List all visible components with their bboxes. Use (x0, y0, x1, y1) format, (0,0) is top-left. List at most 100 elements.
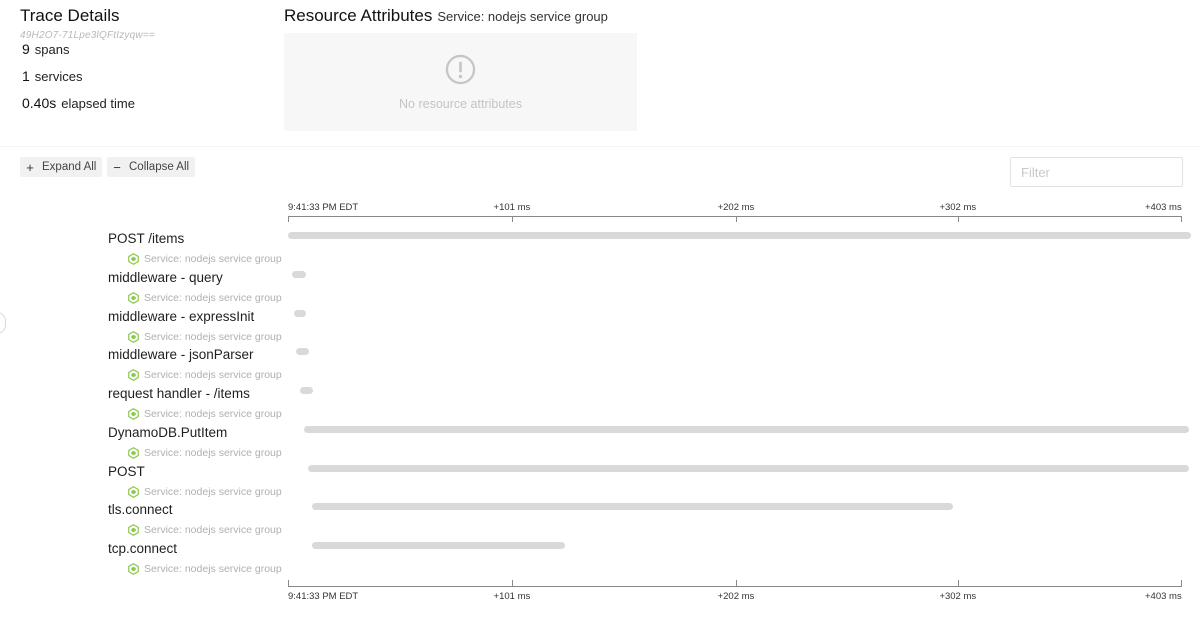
axis-tick (512, 216, 514, 222)
no-resource-attributes-text: No resource attributes (399, 97, 522, 111)
span-service-label: Service: nodejs service group (144, 253, 282, 265)
span-duration-bar[interactable] (288, 232, 1191, 239)
stat-spans: 9 spans (22, 41, 270, 68)
nodejs-icon (128, 524, 139, 537)
span-service: Service: nodejs service group (128, 447, 282, 459)
span-row[interactable]: tls.connect Service: nodejs service grou… (0, 499, 1200, 538)
axis-tick (288, 580, 289, 586)
span-duration-bar[interactable] (312, 503, 954, 511)
axis-tick-label: 9:41:33 PM EDT (288, 591, 359, 602)
span-duration-bar[interactable] (312, 542, 566, 549)
span-service: Service: nodejs service group (128, 486, 282, 498)
span-service: Service: nodejs service group (128, 524, 282, 536)
span-service-label: Service: nodejs service group (144, 563, 282, 575)
resource-attributes-empty-state: No resource attributes (284, 33, 637, 131)
span-duration-bar[interactable] (293, 309, 306, 317)
trace-details-title: Trace Details (20, 6, 120, 25)
nodejs-icon (128, 330, 139, 343)
collapse-all-label: Collapse All (129, 161, 190, 173)
stat-services-label: services (34, 69, 83, 84)
plus-icon: + (26, 159, 34, 175)
stat-elapsed: 0.40s elapsed time (22, 95, 270, 122)
span-service-label: Service: nodejs service group (144, 369, 282, 382)
axis-tick (736, 580, 738, 586)
stat-spans-value: 9 (22, 41, 30, 57)
timeline-axis-top: 9:41:33 PM EDT +101 ms +202 ms +302 ms +403 … (288, 201, 1182, 222)
span-name[interactable]: middleware - query (108, 270, 223, 285)
axis-tick-label: +302 ms (939, 591, 977, 602)
span-service-label: Service: nodejs service group (144, 485, 282, 498)
span-name[interactable]: tcp.connect (108, 541, 177, 556)
expand-all-label: Expand All (42, 161, 97, 173)
axis-tick (1181, 580, 1182, 586)
span-row[interactable]: tcp.connect Service: nodejs service grou… (0, 538, 1200, 577)
axis-line (288, 216, 1182, 217)
axis-tick-label: +202 ms (717, 591, 755, 602)
span-service-label: Service: nodejs service group (144, 291, 282, 304)
axis-tick-label: +403 ms (1145, 202, 1182, 213)
axis-tick (957, 580, 959, 586)
span-row[interactable]: POST Service: nodejs service group (0, 461, 1200, 500)
span-list: POST /items Service: nodejs service grou… (0, 228, 1200, 577)
span-service-label: Service: nodejs service group (144, 524, 282, 537)
span-service: Service: nodejs service group (128, 253, 282, 265)
nodejs-icon (128, 563, 139, 575)
span-service-label: Service: nodejs service group (144, 446, 282, 459)
axis-tick-label: +302 ms (939, 202, 977, 213)
span-duration-bar[interactable] (292, 270, 306, 278)
expand-all-button[interactable]: + Expand All (20, 157, 103, 177)
axis-tick (957, 216, 959, 222)
trace-summary: Trace Details 49H2O7-71Lpe3lQFtIzyqw== 9… (20, 6, 270, 122)
resource-attributes-title: Resource Attributes (284, 6, 433, 25)
span-name[interactable]: request handler - /items (108, 386, 250, 401)
span-name[interactable]: middleware - jsonParser (108, 347, 254, 362)
resource-attributes-panel: Resource Attributes Service: nodejs serv… (284, 6, 637, 131)
span-service-label: Service: nodejs service group (144, 408, 282, 420)
collapse-all-button[interactable]: − Collapse All (107, 157, 196, 177)
exclamation-circle-icon (445, 54, 476, 85)
axis-tick-label: +101 ms (493, 202, 531, 213)
span-name[interactable]: tls.connect (108, 502, 173, 517)
nodejs-icon (128, 485, 139, 498)
span-service: Service: nodejs service group (128, 331, 282, 343)
span-row[interactable]: request handler - /items Service: nodejs… (0, 383, 1200, 422)
axis-line (288, 586, 1182, 587)
span-duration-bar[interactable] (307, 464, 1189, 472)
stat-spans-label: spans (34, 42, 70, 57)
span-name[interactable]: middleware - expressInit (108, 309, 254, 324)
span-row[interactable]: DynamoDB.PutItem Service: nodejs service… (0, 422, 1200, 461)
span-service: Service: nodejs service group (128, 369, 282, 381)
resource-service-name: Service: nodejs service group (437, 9, 608, 24)
span-duration-bar[interactable] (295, 348, 310, 356)
resource-attributes-header: Resource Attributes Service: nodejs serv… (284, 6, 637, 26)
span-row[interactable]: POST /items Service: nodejs service grou… (0, 228, 1200, 267)
trace-id: 49H2O7-71Lpe3lQFtIzyqw== (20, 30, 155, 41)
span-service: Service: nodejs service group (128, 292, 282, 304)
axis-tick-label: +403 ms (1145, 591, 1182, 602)
span-service: Service: nodejs service group (128, 563, 282, 575)
axis-tick-label: 9:41:33 PM EDT (288, 202, 359, 213)
nodejs-icon (128, 291, 139, 304)
span-row[interactable]: middleware - expressInit Service: nodejs… (0, 306, 1200, 345)
span-duration-bar[interactable] (303, 425, 1189, 433)
span-duration-bar[interactable] (300, 387, 314, 394)
nodejs-icon (128, 408, 139, 420)
filter-input[interactable] (1010, 157, 1183, 187)
span-row[interactable]: middleware - query Service: nodejs servi… (0, 267, 1200, 306)
nodejs-icon (128, 253, 139, 265)
axis-tick (1181, 216, 1182, 222)
nodejs-icon (128, 369, 139, 382)
span-name[interactable]: DynamoDB.PutItem (108, 425, 227, 440)
axis-tick (512, 580, 514, 586)
span-name[interactable]: POST (108, 464, 145, 479)
axis-tick-label: +202 ms (717, 202, 755, 213)
timeline-axis-bottom: 9:41:33 PM EDT +101 ms +202 ms +302 ms +403 … (288, 580, 1182, 602)
stat-services: 1 services (22, 68, 270, 95)
span-row[interactable]: middleware - jsonParser Service: nodejs … (0, 344, 1200, 383)
span-service-label: Service: nodejs service group (144, 330, 282, 343)
stat-elapsed-value: 0.40s (22, 95, 57, 111)
stat-services-value: 1 (22, 68, 30, 84)
span-name[interactable]: POST /items (108, 231, 184, 246)
section-divider (0, 146, 1200, 147)
minus-icon: − (113, 159, 121, 175)
